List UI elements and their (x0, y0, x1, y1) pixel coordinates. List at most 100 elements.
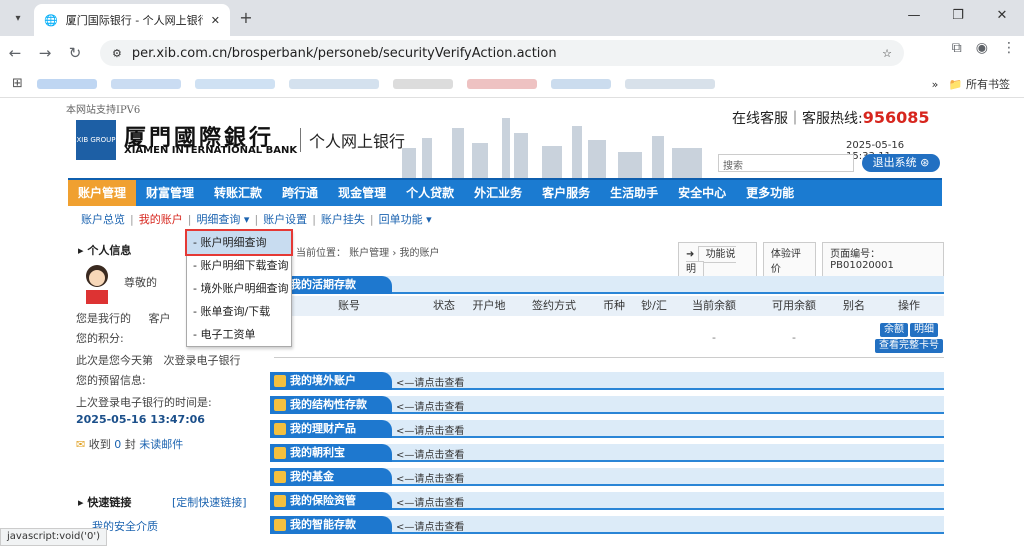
all-bookmarks-label: 所有书签 (966, 78, 1010, 91)
nav-transfer[interactable]: 转账汇款 (204, 180, 272, 206)
mail-unit: 封 (124, 438, 136, 451)
detail-button[interactable]: 明细 (910, 322, 938, 337)
nav-cash[interactable]: 现金管理 (328, 180, 396, 206)
subnav-settings[interactable]: 账户设置 (258, 210, 312, 230)
subnav-receipt[interactable]: 回单功能 ▾ (374, 210, 437, 230)
feedback-button[interactable]: 体验评价 (762, 242, 817, 278)
bookmark-item[interactable] (194, 78, 275, 89)
globe-icon: 🌐 (44, 13, 58, 27)
nav-wealth[interactable]: 财富管理 (136, 180, 204, 206)
logout-button[interactable]: 退出系统 ⊛ (862, 154, 940, 172)
col-account: 账号 (338, 299, 360, 312)
apps-icon[interactable]: ⊞ (12, 76, 23, 91)
maximize-icon[interactable]: ❐ (936, 0, 980, 32)
menu-icon[interactable]: ⋮ (1002, 40, 1016, 56)
address-bar[interactable]: ⚙ per.xib.com.cn/brosperbank/personeb/se… (100, 40, 904, 66)
extensions-icon[interactable]: ⧉ (952, 40, 962, 56)
section-smart-deposit[interactable]: 我的智能存款 <—请点击查看 (270, 516, 944, 534)
nav-life[interactable]: 生活助手 (600, 180, 668, 206)
bookmark-item[interactable] (550, 78, 611, 89)
nav-more[interactable]: 更多功能 (736, 180, 804, 206)
section-label: 我的理财产品 (270, 420, 392, 438)
click-hint: <—请点击查看 (396, 378, 465, 389)
menu-item-payslip[interactable]: - 电子工资单 (187, 323, 291, 346)
section-label: 我的结构性存款 (270, 396, 392, 414)
avatar (86, 265, 108, 304)
tab-search-icon[interactable]: ▾ (8, 8, 28, 28)
subnav-my-account[interactable]: 我的账户 (134, 210, 188, 230)
menu-item-statement[interactable]: - 账单查询/下载 (187, 300, 291, 323)
close-window-icon[interactable]: ✕ (980, 0, 1024, 32)
main-nav: 账户管理 财富管理 转账汇款 跨行通 现金管理 个人贷款 外汇业务 客户服务 生… (68, 178, 942, 206)
logo-label: XIB GROUP (76, 136, 116, 144)
customer-level-label: 您是我行的 (76, 312, 131, 325)
city-skyline-image (402, 118, 702, 178)
bookmark-item[interactable] (392, 78, 453, 89)
section-wealth-products[interactable]: 我的理财产品 <—请点击查看 (270, 420, 944, 438)
search-input[interactable]: 搜索 (718, 154, 854, 172)
mail-label: 收到 (88, 438, 111, 451)
quick-links-title: ▸ 快速链接 (78, 496, 132, 509)
login-count-suffix: 次登录电子银行 (163, 354, 241, 367)
section-zhaolibao[interactable]: 我的朝利宝 <—请点击查看 (270, 444, 944, 462)
bookmark-item[interactable] (36, 78, 97, 89)
bookmark-item[interactable] (624, 78, 715, 89)
bookmark-item[interactable] (110, 78, 181, 89)
section-label: 我的境外账户 (270, 372, 392, 390)
nav-interbank[interactable]: 跨行通 (272, 180, 328, 206)
browser-tabstrip: ▾ 🌐 厦门国际银行 - 个人网上银行1.0 ✕ + — ❐ ✕ (0, 0, 1024, 36)
full-card-number-button[interactable]: 查看完整卡号 (875, 338, 943, 353)
bookmark-item[interactable] (466, 78, 537, 89)
subnav-report-loss[interactable]: 账户挂失 (316, 210, 370, 230)
menu-item-overseas-detail[interactable]: - 境外账户明细查询 (187, 277, 291, 300)
actions-cell: 余额 明细 查看完整卡号 (874, 322, 944, 354)
nav-security[interactable]: 安全中心 (668, 180, 736, 206)
section-insurance[interactable]: 我的保险资管 <—请点击查看 (270, 492, 944, 510)
col-available-balance: 可用余额 (772, 299, 816, 312)
subnav-detail-query[interactable]: 明细查询 ▾ (191, 210, 254, 230)
login-count: 此次是您今天第 次登录电子银行 (76, 352, 241, 368)
site-info-icon[interactable]: ⚙ (112, 47, 122, 60)
bookmark-star-icon[interactable]: ☆ (882, 47, 892, 60)
menu-item-detail-download[interactable]: - 账户明细下载查询 (187, 254, 291, 277)
section-structured-deposit[interactable]: 我的结构性存款 <—请点击查看 (270, 396, 944, 414)
section-label: 我的智能存款 (270, 516, 392, 534)
col-cash-remit: 钞/汇 (641, 299, 667, 312)
unread-mail-link[interactable]: 未读邮件 (139, 438, 183, 451)
help-button[interactable]: ➜ 功能说明 (678, 242, 757, 278)
new-tab-button[interactable]: + (236, 8, 256, 28)
close-tab-icon[interactable]: ✕ (211, 14, 220, 27)
profile-icon[interactable]: ◉ (976, 40, 988, 56)
back-icon[interactable]: ← (0, 38, 30, 68)
login-count-label: 此次是您今天第 (76, 354, 153, 367)
nav-customer-service[interactable]: 客户服务 (532, 180, 600, 206)
ipv6-note: 本网站支持IPV6 (66, 105, 141, 116)
service-hotline: 在线客服｜客服热线:956085 (732, 108, 930, 128)
page-tools: ➜ 功能说明 体验评价 页面编号：PB01020001 (678, 242, 944, 278)
reload-icon[interactable]: ↻ (60, 38, 90, 68)
nav-account-management[interactable]: 账户管理 (68, 180, 137, 206)
browser-tools: ⧉ ◉ ⋮ (952, 40, 1016, 56)
balance-button[interactable]: 余额 (880, 322, 908, 337)
section-label: 我的保险资管 (270, 492, 392, 510)
nav-forex[interactable]: 外汇业务 (464, 180, 532, 206)
section-overseas-account[interactable]: 我的境外账户 <—请点击查看 (270, 372, 944, 390)
bank-logo: XIB GROUP (76, 120, 116, 160)
bookmark-item[interactable] (288, 78, 379, 89)
all-bookmarks[interactable]: » 📁 所有书签 (932, 76, 1010, 92)
click-hint: <—请点击查看 (396, 402, 465, 413)
section-funds[interactable]: 我的基金 <—请点击查看 (270, 468, 944, 486)
subnav-overview[interactable]: 账户总览 (76, 210, 130, 230)
quick-links-label: 快速链接 (87, 496, 132, 509)
forward-icon[interactable]: → (30, 38, 60, 68)
customize-quick-links[interactable]: [定制快速链接] (172, 494, 247, 510)
menu-item-account-detail[interactable]: - 账户明细查询 (185, 229, 293, 256)
section-current-deposit[interactable]: 我的活期存款 (270, 276, 944, 294)
window-controls: — ❐ ✕ (892, 0, 1024, 32)
last-login-label: 上次登录电子银行的时间是: (76, 396, 212, 409)
page-number: 页面编号：PB01020001 (822, 242, 944, 278)
browser-tab[interactable]: 🌐 厦门国际银行 - 个人网上银行1.0 ✕ (34, 4, 230, 36)
nav-loans[interactable]: 个人贷款 (396, 180, 464, 206)
minimize-icon[interactable]: — (892, 0, 936, 32)
cash-remit-cell (634, 331, 674, 344)
